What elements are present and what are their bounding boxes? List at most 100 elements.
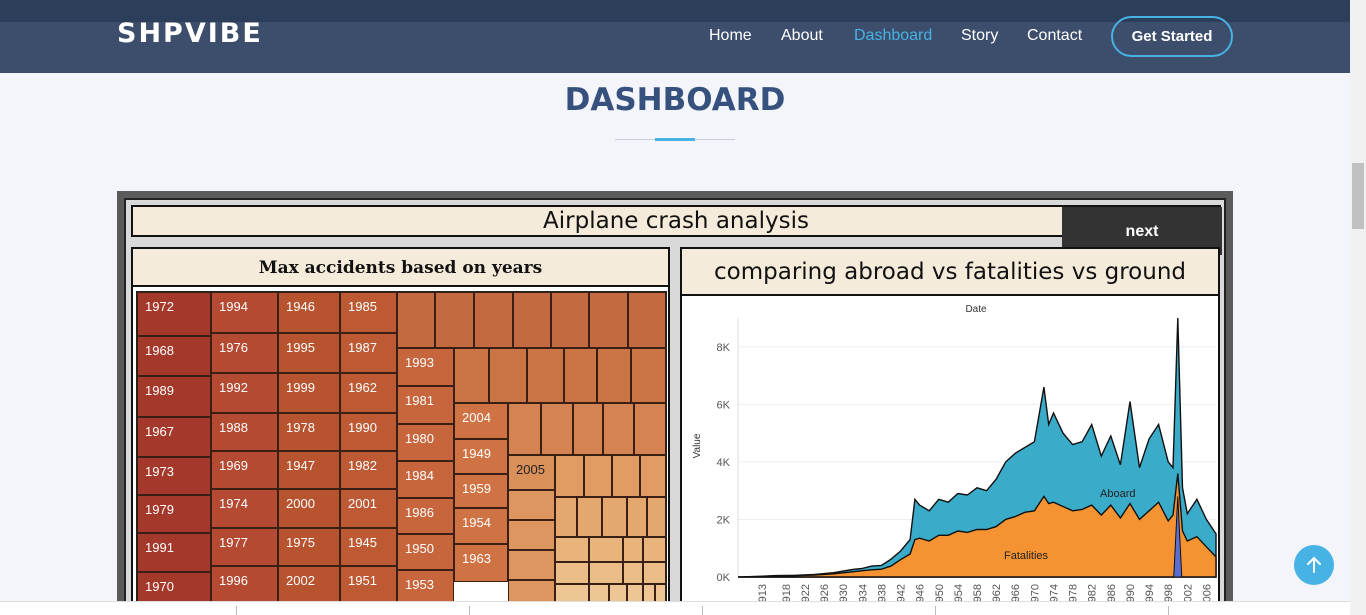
- treemap-tile[interactable]: [508, 403, 541, 455]
- treemap-tile[interactable]: [647, 497, 666, 537]
- treemap-tile[interactable]: 1967: [137, 417, 211, 457]
- y-tick-label: 6K: [717, 399, 731, 411]
- treemap-tile[interactable]: [597, 348, 631, 403]
- treemap-tile[interactable]: [634, 403, 666, 455]
- treemap-tile[interactable]: 2001: [340, 489, 397, 528]
- treemap-tile[interactable]: 1963: [454, 544, 508, 582]
- treemap-tile[interactable]: [564, 348, 597, 403]
- logo[interactable]: SHPVIBE: [117, 18, 263, 49]
- bottom-toolbar: [0, 601, 1350, 615]
- treemap-tile[interactable]: 1994: [211, 292, 278, 333]
- nav-contact[interactable]: Contact: [1027, 27, 1082, 45]
- treemap-tile[interactable]: [508, 490, 555, 520]
- x-tick-label: 1918: [781, 584, 793, 601]
- treemap-tile[interactable]: [551, 292, 589, 348]
- treemap-tile[interactable]: [435, 292, 474, 348]
- treemap[interactable]: 1972 1968 1989 1967 1973 1979 1991 1970 1994 1976…: [136, 291, 667, 615]
- treemap-tile[interactable]: [474, 292, 513, 348]
- treemap-tile[interactable]: 1954: [454, 508, 508, 544]
- treemap-tile[interactable]: [627, 497, 647, 537]
- treemap-tile[interactable]: 1945: [340, 528, 397, 566]
- treemap-tile[interactable]: [628, 292, 666, 348]
- nav-dashboard[interactable]: Dashboard: [854, 27, 932, 45]
- treemap-tile[interactable]: 2002: [278, 566, 340, 606]
- treemap-tile[interactable]: 1986: [397, 498, 454, 534]
- treemap-tile[interactable]: 1950: [397, 534, 454, 570]
- treemap-tile[interactable]: 1987: [340, 333, 397, 373]
- treemap-tile[interactable]: 1980: [397, 424, 454, 461]
- treemap-tile[interactable]: [589, 292, 628, 348]
- treemap-tile[interactable]: 1979: [137, 495, 211, 533]
- treemap-tile[interactable]: [584, 455, 612, 497]
- treemap-tile[interactable]: 1946: [278, 292, 340, 333]
- page-scrollbar[interactable]: [1350, 0, 1366, 615]
- treemap-tile[interactable]: [489, 348, 527, 403]
- treemap-tile[interactable]: 1951: [340, 566, 397, 606]
- treemap-tile[interactable]: [589, 537, 623, 562]
- treemap-tile[interactable]: [573, 403, 603, 455]
- treemap-tile[interactable]: 1989: [137, 376, 211, 417]
- treemap-tile[interactable]: [527, 348, 564, 403]
- treemap-tile[interactable]: 1984: [397, 461, 454, 498]
- x-tick-label: 1942: [896, 584, 908, 601]
- treemap-tile[interactable]: [577, 497, 602, 537]
- treemap-tile[interactable]: [631, 348, 666, 403]
- nav-story[interactable]: Story: [961, 27, 998, 45]
- nav-about[interactable]: About: [781, 27, 823, 45]
- treemap-tile[interactable]: 1982: [340, 451, 397, 489]
- treemap-tile[interactable]: 1988: [211, 413, 278, 451]
- treemap-tile[interactable]: [397, 292, 435, 348]
- treemap-tile[interactable]: 1974: [211, 489, 278, 528]
- treemap-tile[interactable]: [612, 455, 640, 497]
- nav-home[interactable]: Home: [709, 27, 752, 45]
- treemap-tile[interactable]: 1959: [454, 474, 508, 508]
- treemap-tile[interactable]: 1975: [278, 528, 340, 566]
- treemap-tile[interactable]: 1972: [137, 292, 211, 336]
- x-tick-label: 1926: [819, 584, 831, 601]
- treemap-tile[interactable]: [555, 455, 584, 497]
- treemap-tile[interactable]: [640, 455, 666, 497]
- treemap-tile[interactable]: 2005: [508, 455, 555, 490]
- treemap-tile[interactable]: [555, 537, 589, 562]
- area-chart[interactable]: Date Value 0K 2K 4K 6K 8K Aboard Fatalities 1913 1…: [682, 296, 1218, 601]
- treemap-tile[interactable]: [603, 403, 634, 455]
- treemap-tile[interactable]: 1976: [211, 333, 278, 373]
- treemap-tile[interactable]: [623, 562, 643, 584]
- x-tick-label: 1978: [1068, 584, 1080, 601]
- treemap-tile[interactable]: [643, 537, 666, 562]
- treemap-tile[interactable]: [589, 562, 623, 584]
- treemap-tile[interactable]: 1962: [340, 373, 397, 413]
- treemap-tile[interactable]: 1968: [137, 336, 211, 376]
- treemap-tile[interactable]: 1991: [137, 533, 211, 572]
- treemap-tile[interactable]: 1947: [278, 451, 340, 489]
- treemap-tile[interactable]: [623, 537, 643, 562]
- treemap-tile[interactable]: [602, 497, 627, 537]
- treemap-tile[interactable]: 1969: [211, 451, 278, 489]
- treemap-tile[interactable]: 1977: [211, 528, 278, 566]
- treemap-tile[interactable]: 1978: [278, 413, 340, 451]
- treemap-tile[interactable]: 1995: [278, 333, 340, 373]
- treemap-tile[interactable]: 1981: [397, 386, 454, 424]
- treemap-tile[interactable]: 1999: [278, 373, 340, 413]
- treemap-tile[interactable]: [508, 550, 555, 580]
- treemap-tile[interactable]: [555, 497, 577, 537]
- back-to-top-button[interactable]: [1294, 545, 1334, 585]
- treemap-tile[interactable]: [513, 292, 551, 348]
- treemap-tile[interactable]: [643, 562, 666, 584]
- treemap-tile[interactable]: [508, 520, 555, 550]
- get-started-button[interactable]: Get Started: [1111, 16, 1233, 57]
- treemap-tile[interactable]: [555, 562, 589, 584]
- treemap-tile[interactable]: 1993: [397, 348, 454, 386]
- treemap-tile[interactable]: 1949: [454, 439, 508, 474]
- treemap-tile[interactable]: [541, 403, 573, 455]
- treemap-tile[interactable]: 2000: [278, 489, 340, 528]
- treemap-tile[interactable]: 1985: [340, 292, 397, 333]
- x-tick-label: 1990: [1125, 584, 1137, 601]
- treemap-tile[interactable]: 1992: [211, 373, 278, 413]
- treemap-tile[interactable]: [454, 348, 489, 403]
- treemap-tile[interactable]: 2004: [454, 403, 508, 439]
- treemap-tile[interactable]: 1990: [340, 413, 397, 451]
- treemap-tile[interactable]: 1996: [211, 566, 278, 606]
- treemap-tile[interactable]: 1973: [137, 457, 211, 495]
- scrollbar-thumb[interactable]: [1352, 163, 1364, 229]
